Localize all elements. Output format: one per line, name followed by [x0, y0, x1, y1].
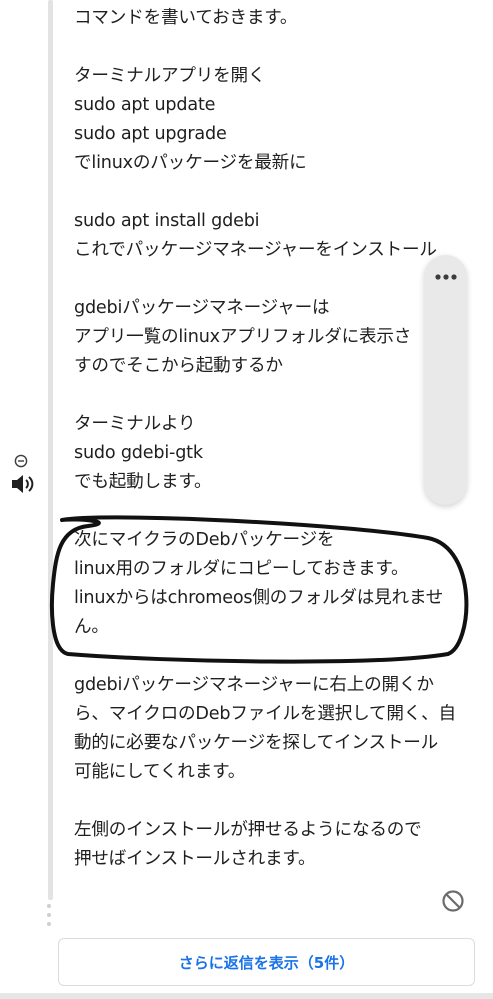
comment-line: ん。	[74, 617, 109, 637]
thread-line	[48, 0, 53, 900]
thread-continue-dots	[47, 904, 53, 926]
comment-line	[74, 497, 489, 526]
comment-line: でlinuxのパッケージを最新に	[74, 153, 307, 173]
comment-line: 動的に必要なパッケージを探してインストール	[74, 733, 439, 753]
comment-line	[74, 178, 489, 207]
comment-line: linuxからはchromeos側のフォルダは見れませ	[74, 588, 444, 608]
more-horizontal-icon[interactable]	[424, 267, 467, 287]
bottom-divider	[0, 993, 493, 999]
block-icon[interactable]	[441, 889, 465, 913]
comment-line	[74, 787, 489, 816]
comment-line: コマンドを書いておきます。	[74, 8, 298, 28]
show-more-replies-button[interactable]: さらに返信を表示（5件）	[58, 938, 475, 986]
comment-line: 左側のインストールが押せるようになるので	[74, 820, 422, 840]
comment-line: linux用のフォルダにコピーしておきます。	[74, 559, 409, 579]
comment-line: ら、マイクロのDebファイルを選択して開く、自	[74, 704, 456, 724]
comment-line: 押せばインストールされます。	[74, 849, 316, 869]
media-volume-panel	[424, 255, 467, 505]
comment-line	[74, 33, 489, 62]
comment-line: sudo apt upgrade	[74, 124, 227, 144]
comment-line	[74, 642, 489, 671]
comment-line: 可能にしてくれます。	[74, 762, 246, 782]
comment-line: 次にマイクラのDebパッケージを	[74, 530, 335, 550]
volume-icon[interactable]	[10, 472, 36, 496]
comment-line: ターミナルアプリを開く	[74, 66, 266, 86]
minus-circle-icon[interactable]	[14, 454, 28, 468]
comment-line: gdebiパッケージマネージャーに右上の開くか	[74, 675, 434, 695]
comment-line: sudo apt install gdebi	[74, 211, 260, 231]
comment-line: sudo apt update	[74, 95, 216, 115]
comment-line: これでパッケージマネージャーをインストール	[74, 240, 437, 260]
